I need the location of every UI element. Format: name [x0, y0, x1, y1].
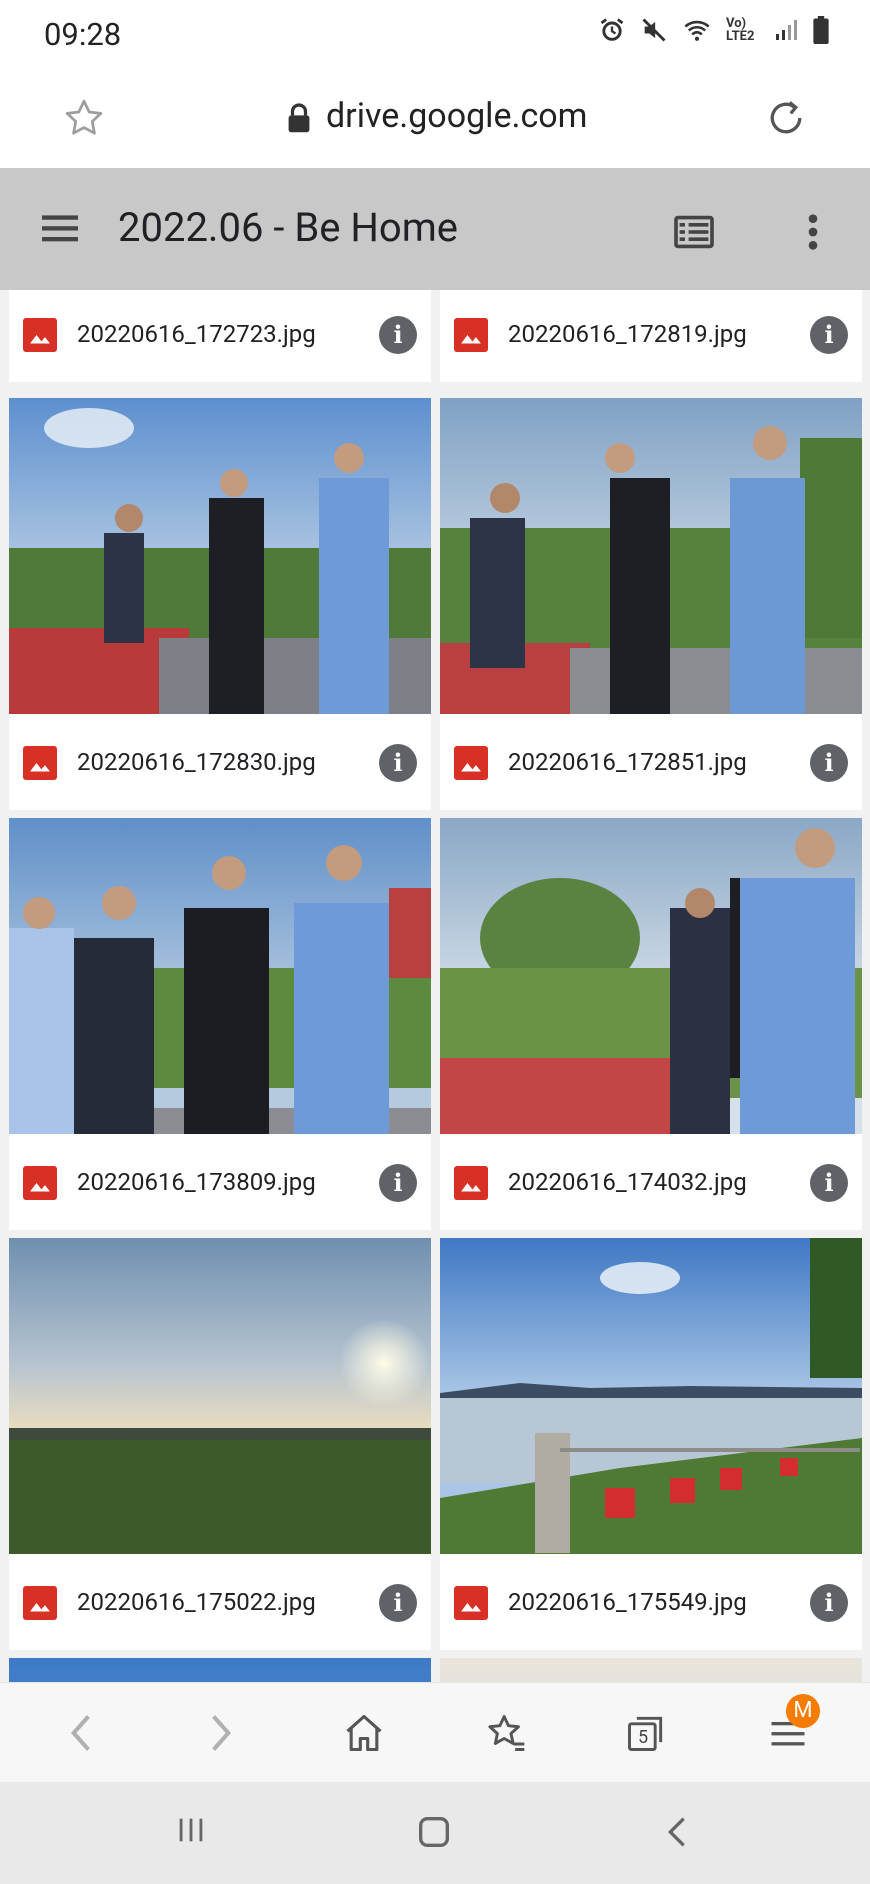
image-file-icon — [454, 318, 488, 352]
back-icon[interactable] — [66, 1711, 96, 1755]
image-file-icon — [454, 1586, 488, 1620]
file-caption: 20220616_172851.jpg i — [440, 718, 862, 810]
folder-title: 2022.06 - Be Home — [118, 204, 459, 251]
lock-icon — [288, 103, 310, 133]
profile-badge[interactable]: M — [786, 1694, 820, 1728]
photo-thumbnail[interactable] — [9, 818, 431, 1134]
file-caption: 20220616_175022.jpg i — [9, 1558, 431, 1650]
file-name: 20220616_172851.jpg — [508, 748, 747, 776]
file-name: 20220616_172830.jpg — [77, 748, 316, 776]
browser-url-bar: drive.google.com — [0, 70, 870, 168]
file-name: 20220616_175549.jpg — [508, 1588, 747, 1616]
tabs-count: 5 — [637, 1727, 649, 1748]
photo-thumbnail[interactable] — [9, 1658, 431, 1682]
file-caption: 20220616_173809.jpg i — [9, 1138, 431, 1230]
list-view-icon[interactable] — [672, 214, 716, 250]
photo-thumbnail[interactable] — [440, 1238, 862, 1554]
tabs-button[interactable]: 5 — [624, 1711, 668, 1755]
file-tile[interactable]: 20220616_175022.jpg i — [9, 1238, 431, 1650]
info-icon[interactable]: i — [379, 1584, 417, 1622]
file-tile[interactable]: 20220616_172830.jpg i — [9, 398, 431, 810]
file-caption: 20220616_174032.jpg i — [440, 1138, 862, 1230]
file-name: 20220616_172819.jpg — [508, 320, 747, 348]
home-icon[interactable] — [342, 1711, 386, 1755]
status-icons: Vo) LTE2 — [598, 16, 830, 44]
battery-icon — [813, 16, 829, 44]
status-time: 09:28 — [44, 16, 122, 53]
image-file-icon — [23, 318, 57, 352]
system-nav-bar — [0, 1782, 870, 1884]
file-name: 20220616_173809.jpg — [77, 1168, 316, 1196]
photo-thumbnail[interactable] — [9, 1238, 431, 1554]
photo-thumbnail[interactable] — [440, 1658, 862, 1682]
bookmarks-icon[interactable] — [484, 1711, 528, 1755]
url-text[interactable]: drive.google.com — [326, 96, 587, 136]
info-icon[interactable]: i — [810, 744, 848, 782]
back-nav-icon[interactable] — [664, 1812, 690, 1852]
file-tile[interactable]: 20220616_172819.jpg i — [440, 290, 862, 382]
photo-thumbnail[interactable] — [9, 398, 431, 714]
file-tile[interactable] — [9, 1658, 431, 1682]
reload-icon[interactable] — [764, 96, 808, 140]
file-tile[interactable] — [440, 1658, 862, 1682]
photo-thumbnail[interactable] — [440, 398, 862, 714]
image-file-icon — [23, 1586, 57, 1620]
file-caption: 20220616_172723.jpg i — [9, 290, 431, 382]
image-file-icon — [23, 1166, 57, 1200]
info-icon[interactable]: i — [379, 1164, 417, 1202]
status-bar: 09:28 Vo) LTE2 — [0, 0, 870, 70]
file-caption: 20220616_172830.jpg i — [9, 718, 431, 810]
info-icon[interactable]: i — [810, 1164, 848, 1202]
image-file-icon — [454, 746, 488, 780]
recent-apps-icon[interactable] — [174, 1812, 208, 1848]
wifi-icon — [684, 20, 710, 41]
more-options-icon[interactable] — [806, 212, 820, 252]
file-caption: 20220616_175549.jpg i — [440, 1558, 862, 1650]
file-tile[interactable]: 20220616_175549.jpg i — [440, 1238, 862, 1650]
file-tile[interactable]: 20220616_172723.jpg i — [9, 290, 431, 382]
file-grid: 20220616_172723.jpg i 20220616_172819.jp… — [0, 290, 870, 1682]
file-tile[interactable]: 20220616_173809.jpg i — [9, 818, 431, 1230]
info-icon[interactable]: i — [810, 316, 848, 354]
mute-icon — [642, 18, 666, 42]
image-file-icon — [23, 746, 57, 780]
image-file-icon — [454, 1166, 488, 1200]
file-name: 20220616_175022.jpg — [77, 1588, 316, 1616]
drive-app-bar: 2022.06 - Be Home — [0, 168, 870, 290]
file-tile[interactable]: 20220616_174032.jpg i — [440, 818, 862, 1230]
network-label: Vo) LTE2 — [726, 16, 755, 44]
photo-thumbnail[interactable] — [440, 818, 862, 1134]
bookmark-star-icon[interactable] — [62, 96, 106, 140]
signal-icon — [776, 20, 797, 40]
alarm-icon — [600, 18, 624, 41]
info-icon[interactable]: i — [810, 1584, 848, 1622]
file-caption: 20220616_172819.jpg i — [440, 290, 862, 382]
file-name: 20220616_172723.jpg — [77, 320, 316, 348]
file-tile[interactable]: 20220616_172851.jpg i — [440, 398, 862, 810]
home-nav-icon[interactable] — [414, 1812, 454, 1852]
info-icon[interactable]: i — [379, 744, 417, 782]
file-name: 20220616_174032.jpg — [508, 1168, 747, 1196]
browser-bottom-nav: 5 — [0, 1682, 870, 1783]
forward-icon[interactable] — [206, 1711, 236, 1755]
info-icon[interactable]: i — [379, 316, 417, 354]
hamburger-menu-icon[interactable] — [38, 210, 82, 246]
